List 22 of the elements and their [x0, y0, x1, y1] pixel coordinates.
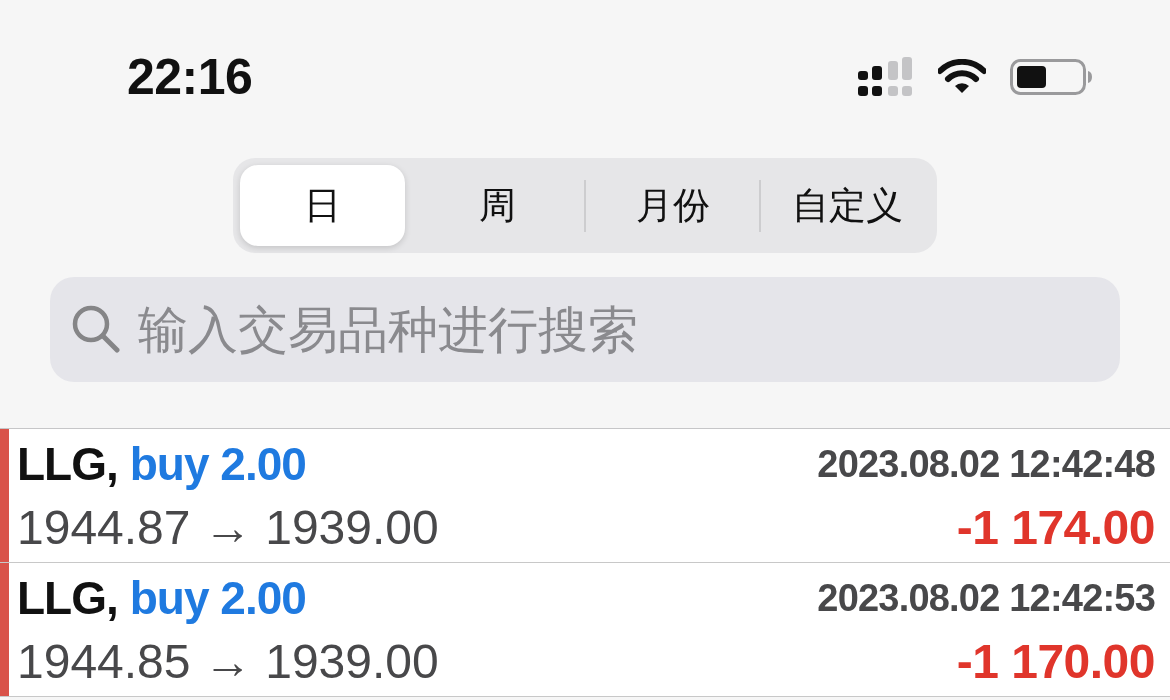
- trade-row[interactable]: LLG, buy 2.00 2023.08.02 12:42:48 1944.87 → 1939.00 -1 174.00: [0, 429, 1170, 563]
- clock-time: 22:16: [127, 52, 253, 102]
- period-tab[interactable]: 月份: [590, 165, 755, 246]
- search-icon: [72, 305, 120, 353]
- trade-time: 2023.08.02 12:42:53: [817, 575, 1155, 621]
- order-label: buy 2.00: [129, 570, 306, 626]
- period-tab[interactable]: 日: [240, 165, 405, 246]
- battery-icon: [1010, 59, 1092, 95]
- symbol-label: LLG,: [17, 436, 118, 492]
- period-tab[interactable]: 自定义: [765, 165, 930, 246]
- period-tab[interactable]: 周: [415, 165, 580, 246]
- order-label: buy 2.00: [129, 436, 306, 492]
- search-field[interactable]: 输入交易品种进行搜索: [50, 277, 1120, 382]
- signal-icon: [858, 57, 914, 97]
- profit-value: -1 174.00: [956, 500, 1155, 556]
- trade-row[interactable]: LLG, buy 2.00 2023.08.02 12:42:53 1944.85 → 1939.00 -1 170.00: [0, 563, 1170, 697]
- wifi-icon: [938, 59, 986, 95]
- trade-time: 2023.08.02 12:42:48: [817, 441, 1155, 487]
- symbol-label: LLG,: [17, 570, 118, 626]
- price-range: 1944.85 → 1939.00: [17, 634, 439, 690]
- price-range: 1944.87 → 1939.00: [17, 500, 439, 556]
- profit-value: -1 170.00: [956, 634, 1155, 690]
